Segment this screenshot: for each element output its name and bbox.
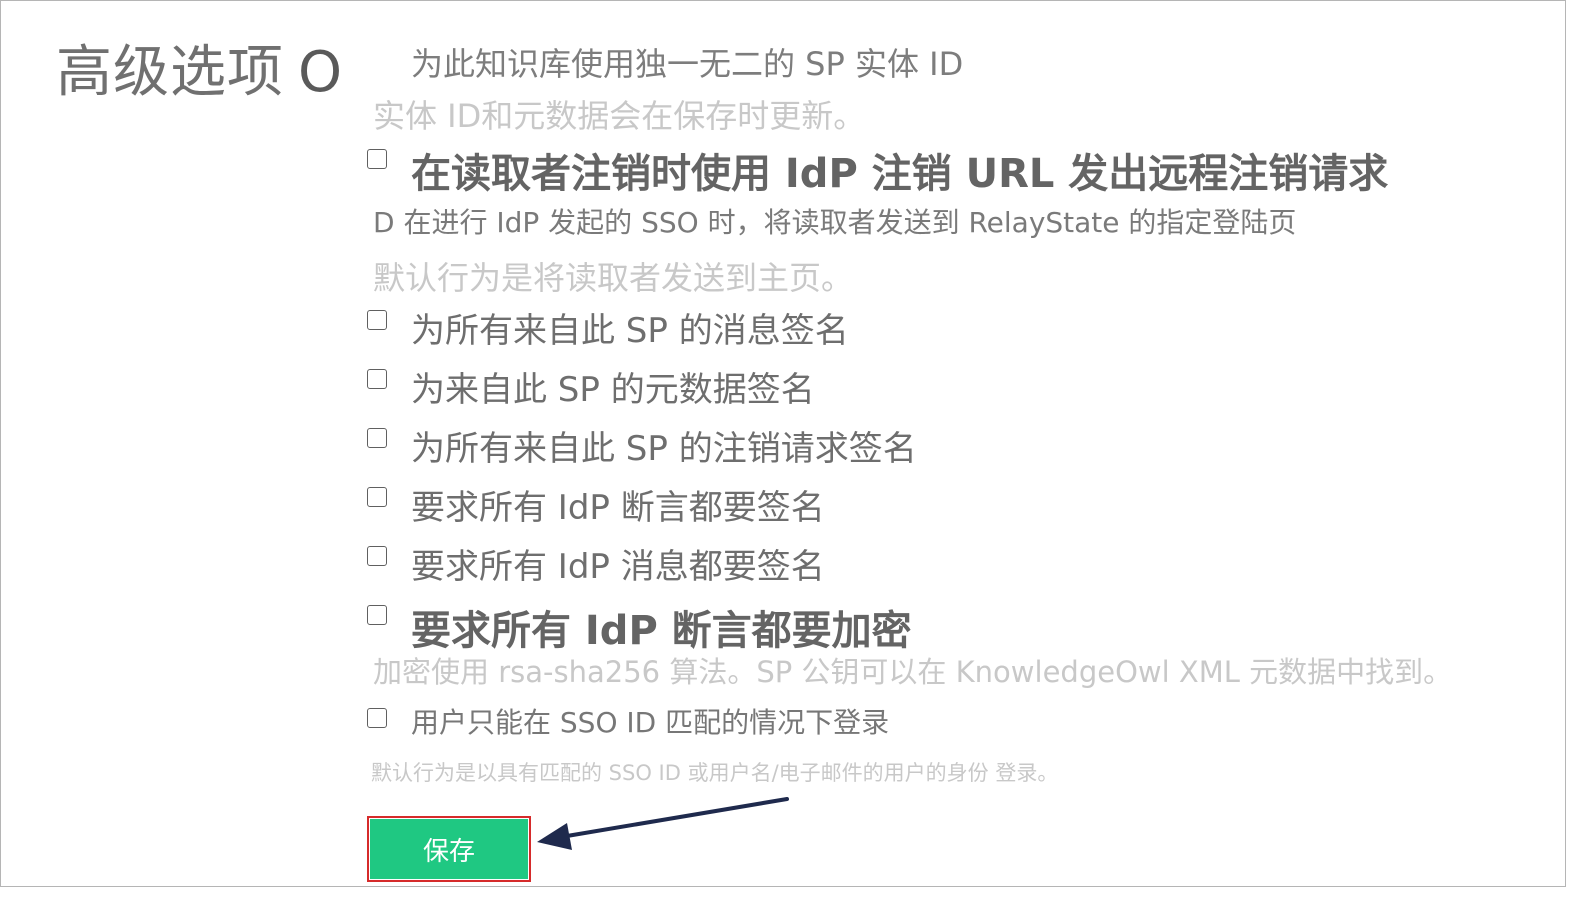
settings-panel: 高级选项 O 为此知识库使用独一无二的 SP 实体 ID 实体 ID和元数据会在保… [0, 0, 1566, 887]
annotation-arrow-shaft [559, 797, 789, 839]
annotation-arrow [537, 797, 789, 850]
annotation-arrow-head [537, 823, 572, 850]
